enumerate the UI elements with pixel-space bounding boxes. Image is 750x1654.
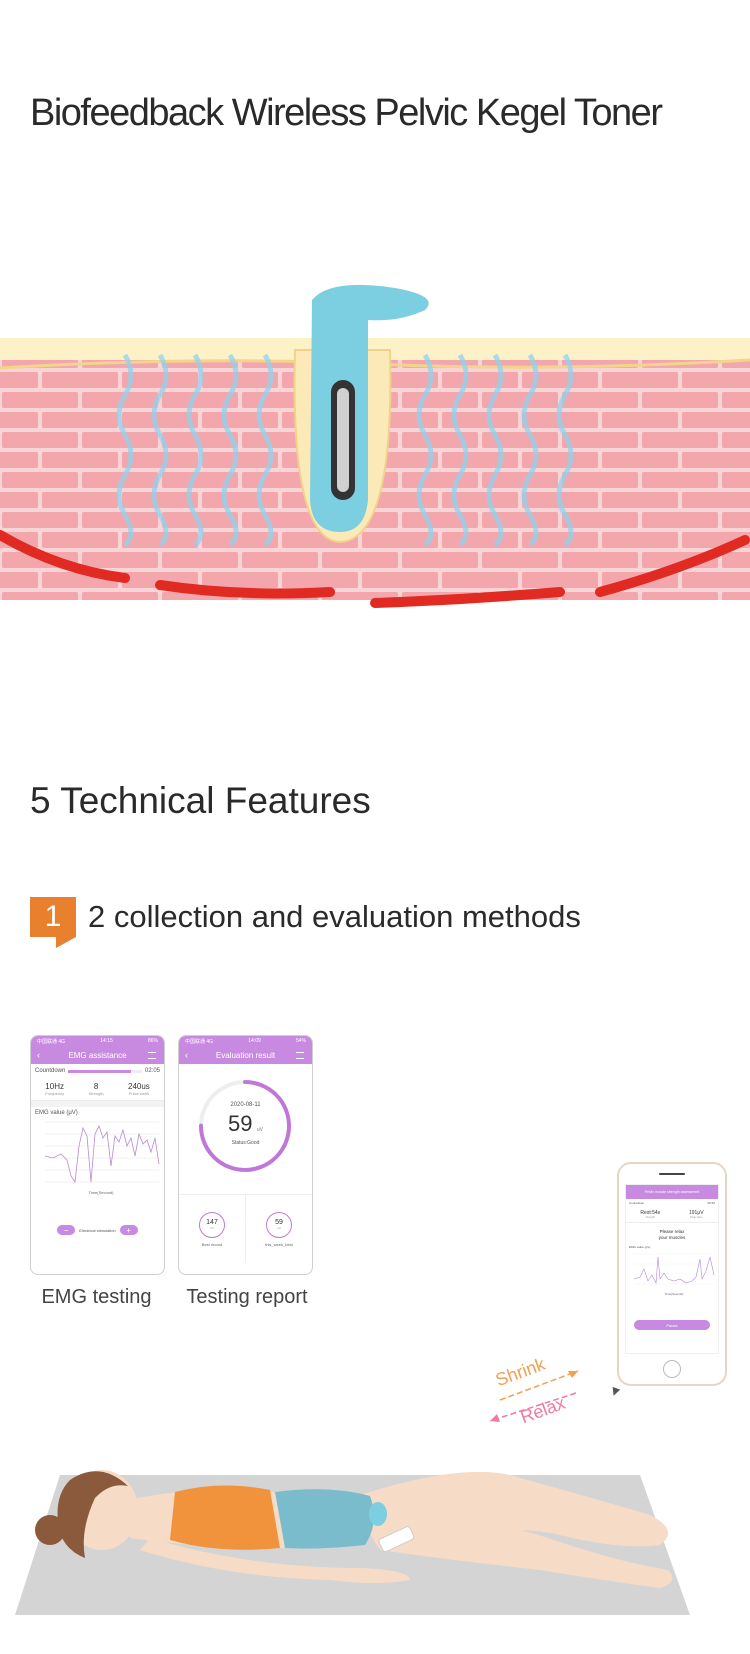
countdown-label: Countdown xyxy=(35,1068,66,1074)
back-icon[interactable]: ‹ xyxy=(37,1050,40,1060)
param-strength: 8 Strength xyxy=(88,1082,103,1096)
menu-icon[interactable] xyxy=(148,1051,156,1059)
side-phone-screen: Pelvic muscle strength assessment Countd… xyxy=(625,1184,719,1354)
stat-label: Best record xyxy=(201,1241,223,1247)
side-phone-header: Pelvic muscle strength assessment xyxy=(626,1185,718,1199)
emg-chart-label: EMG value (μV) xyxy=(35,1110,78,1116)
side-smartphone: Pelvic muscle strength assessment Countd… xyxy=(617,1162,727,1386)
params-row: 10Hz Frequency 8 Strength 240us Pulse wi… xyxy=(31,1076,164,1101)
side-chart-label: EMG value (μV) xyxy=(629,1245,651,1249)
status-battery: 54% xyxy=(295,1038,306,1044)
stat-week-best: 59 uV this_week_best xyxy=(246,1195,312,1263)
stat-unit: uV xyxy=(277,1226,281,1230)
status-carrier: 中国联通 4G xyxy=(37,1038,66,1045)
status-time: 14:15 xyxy=(100,1038,113,1044)
score-value: 59 xyxy=(227,1111,253,1136)
score-status: Status:Good xyxy=(231,1140,260,1146)
status-battery: 86% xyxy=(147,1038,158,1044)
emg-chart: Time(Second) xyxy=(44,1121,160,1195)
feature-text: 2 collection and evaluation methods xyxy=(88,899,581,934)
stats-row: 147 uV Best record 59 uV this_week_best xyxy=(179,1194,312,1263)
plus-button[interactable]: + xyxy=(119,1225,138,1235)
score-readout: 59 uV xyxy=(179,1111,312,1137)
param-value: 8 xyxy=(93,1082,99,1091)
side-values-row: Rest:54s Strength 191μV Peak value xyxy=(626,1207,718,1223)
pause-button[interactable]: Pause xyxy=(634,1320,710,1330)
side-time-label: Time(Second) xyxy=(665,1292,684,1296)
side-rest-sub: Strength xyxy=(645,1216,656,1219)
stat-value: 59 xyxy=(275,1219,283,1226)
side-countdown-label: Countdown xyxy=(629,1201,645,1205)
stimulation-label: Electrical stimulation xyxy=(79,1227,116,1233)
minus-button[interactable]: − xyxy=(57,1225,76,1235)
blue-shorts xyxy=(275,1489,374,1549)
feature-row: 1 2 collection and evaluation methods xyxy=(30,897,581,948)
app-header: ‹ EMG assistance xyxy=(31,1046,164,1064)
side-value-sub: Peak value xyxy=(690,1216,703,1219)
caption-testing-report: Testing report xyxy=(186,1286,308,1308)
stat-unit: uV xyxy=(210,1226,214,1230)
orange-top xyxy=(170,1485,280,1550)
emg-phone-screen: 中国联通 4G 14:15 86% ‹ EMG assistance Count… xyxy=(30,1035,165,1275)
param-frequency: 10Hz Frequency xyxy=(45,1082,64,1096)
side-prompt: Please relax your muscles xyxy=(626,1229,718,1241)
countdown-bar xyxy=(68,1069,142,1073)
stat-label: this_week_best xyxy=(265,1241,293,1247)
countdown-value: 02:05 xyxy=(144,1068,160,1074)
back-icon[interactable]: ‹ xyxy=(185,1050,188,1060)
countdown-row: Countdown 02:05 xyxy=(31,1064,164,1076)
page-title: Biofeedback Wireless Pelvic Kegel Toner xyxy=(30,92,663,134)
param-value: 10Hz xyxy=(45,1082,64,1091)
param-pulse-width: 240us Pulse width xyxy=(128,1082,150,1096)
stat-value: 147 xyxy=(206,1219,218,1226)
home-button-icon xyxy=(663,1360,681,1378)
time-axis-label: Time(Second) xyxy=(89,1190,115,1195)
status-bar: 中国联通 4G 14:15 86% xyxy=(31,1036,164,1046)
side-emg-chart: Time(Second) xyxy=(633,1253,715,1296)
param-label: Frequency xyxy=(45,1091,65,1096)
report-phone-screen: 中国联通 4G 14:09 54% ‹ Evaluation result 20… xyxy=(178,1035,313,1275)
status-time: 14:09 xyxy=(248,1038,261,1044)
side-countdown-value: 00:50 xyxy=(707,1201,715,1205)
speaker-icon xyxy=(659,1173,685,1175)
app-header: ‹ Evaluation result xyxy=(179,1046,312,1064)
param-label: Strength xyxy=(88,1091,104,1096)
report-date: 2020-08-11 xyxy=(230,1102,261,1108)
menu-icon[interactable] xyxy=(296,1051,304,1059)
score-unit: uV xyxy=(256,1127,264,1133)
status-bar: 中国联通 4G 14:09 54% xyxy=(179,1036,312,1046)
feature-number-badge: 1 xyxy=(30,897,76,948)
connection-arrow-icon xyxy=(609,1386,621,1398)
caption-emg-testing: EMG testing xyxy=(41,1286,152,1308)
muscle-illustration xyxy=(0,284,750,608)
status-carrier: 中国联通 4G xyxy=(185,1038,214,1045)
header-title: Evaluation result xyxy=(215,1050,276,1060)
stat-best-record: 147 uV Best record xyxy=(179,1195,246,1263)
header-title: EMG assistance xyxy=(68,1050,127,1060)
score-gauge: 2020-08-11 59 uV Status:Good xyxy=(179,1064,312,1194)
stimulation-control: − Electrical stimulation + xyxy=(31,1225,164,1235)
woman-on-mat-illustration xyxy=(15,1470,690,1615)
param-label: Pulse width xyxy=(128,1091,150,1096)
section-title: 5 Technical Features xyxy=(30,780,371,821)
kegel-device-small xyxy=(369,1502,387,1526)
side-countdown-row: Countdown 00:50 xyxy=(626,1199,718,1207)
param-value: 240us xyxy=(128,1082,150,1091)
